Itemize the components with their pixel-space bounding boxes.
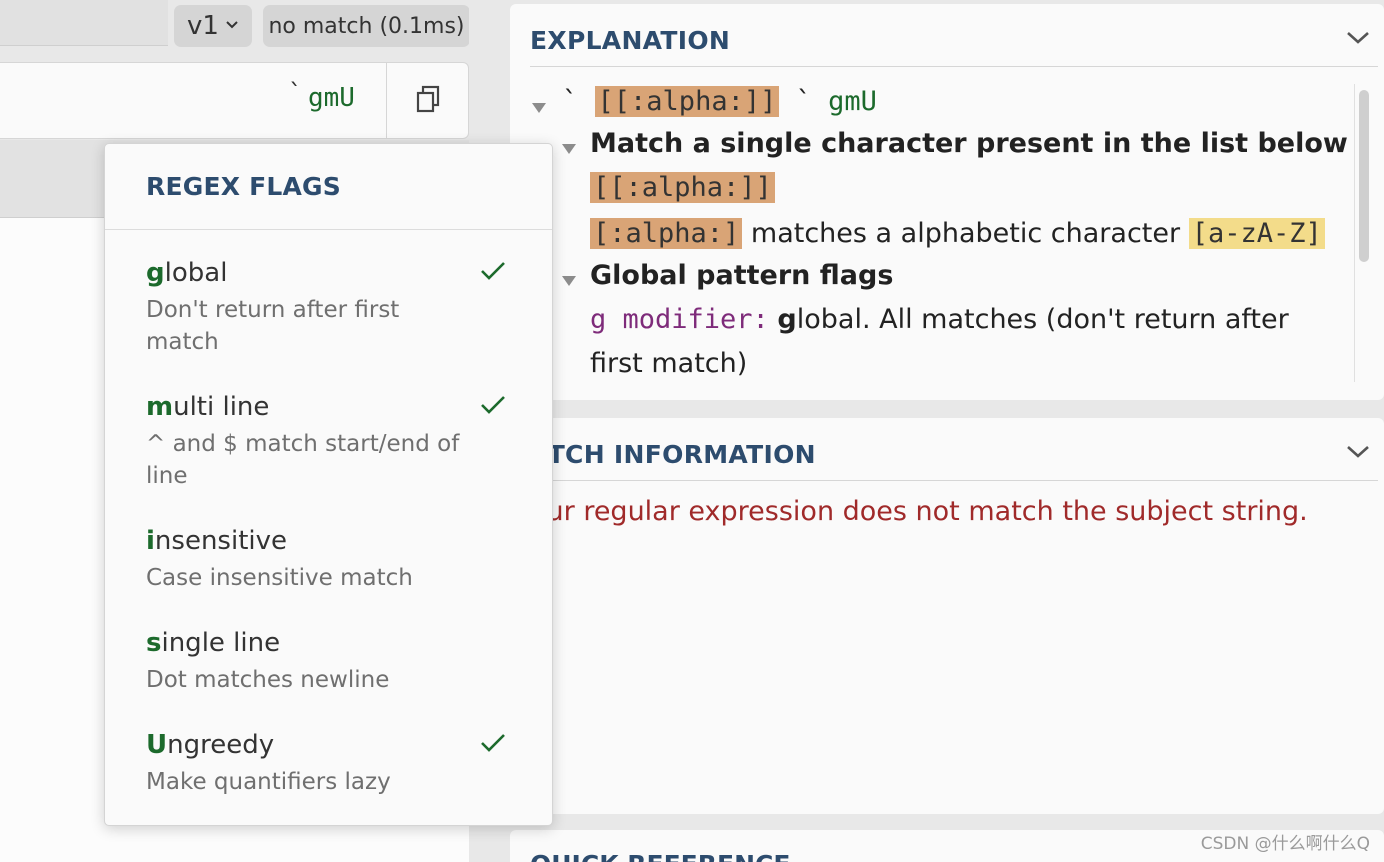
no-match-message: our regular expression does not match th…	[530, 496, 1308, 527]
alpha-class-text: matches a alphabetic character	[750, 218, 1181, 249]
copy-regex-button[interactable]	[387, 63, 469, 138]
tree-node-alpha-description: [:alpha:] matches a alphabetic character…	[590, 218, 1325, 249]
flag-option-description: Case insensitive match	[146, 565, 413, 591]
explanation-scrollbar[interactable]	[1354, 84, 1370, 382]
explanation-scrollbar-thumb[interactable]	[1359, 90, 1369, 262]
tree-root-line: ` [[:alpha:]] ` gmU	[562, 86, 877, 117]
flag-option-label: multi line	[146, 392, 270, 422]
flag-option-label: insensitive	[146, 526, 287, 556]
chevron-down-icon[interactable]	[1346, 444, 1370, 464]
flag-option-label: global	[146, 258, 228, 288]
left-toolbar-strip	[0, 0, 168, 46]
global-modifier-label: g modifier:	[590, 304, 769, 335]
regex-flags-popover: REGEX FLAGS global Don't return after fi…	[104, 143, 553, 826]
flag-option-description: Make quantifiers lazy	[146, 769, 391, 795]
explanation-title: EXPLANATION	[530, 26, 731, 55]
regex-flags-divider	[105, 229, 552, 230]
flag-option-description: ^ and $ match start/end of line	[146, 431, 460, 489]
flag-option-single-line[interactable]: single line Dot matches newline	[146, 628, 526, 696]
quick-reference-title: QUICK REFERENCE	[530, 850, 790, 862]
tree-node-global-modifier-line: g modifier: global. All matches (don't r…	[590, 304, 1289, 335]
flag-option-global[interactable]: global Don't return after first match	[146, 258, 526, 358]
tree-node-flags-title: Global pattern flags	[590, 260, 894, 291]
chevron-down-icon[interactable]	[1346, 30, 1370, 50]
flag-option-description: Dot matches newline	[146, 667, 390, 693]
character-class-token: [[:alpha:]]	[590, 172, 775, 203]
tree-node-character-class-token-line: [[:alpha:]]	[590, 172, 775, 203]
explanation-panel: EXPLANATION ` [[:alpha:]] ` gmU Match a …	[510, 4, 1384, 400]
version-label: v1	[187, 11, 219, 41]
copy-icon	[415, 85, 441, 117]
flag-option-description: Don't return after first match	[146, 297, 400, 355]
regex-flags-title: REGEX FLAGS	[146, 172, 341, 201]
disclosure-triangle-icon[interactable]	[532, 103, 546, 113]
alpha-range-token: [a-zA-Z]	[1188, 218, 1325, 249]
disclosure-triangle-icon[interactable]	[562, 144, 576, 154]
global-modifier-text: lobal. All matches (don't return after	[796, 304, 1289, 335]
root-open-delimiter: `	[562, 86, 579, 117]
alpha-class-token: [:alpha:]	[590, 218, 743, 249]
match-information-divider	[530, 480, 1378, 481]
match-status-badge: no match (0.1ms)	[263, 5, 470, 47]
chevron-down-icon	[225, 18, 239, 34]
check-icon	[479, 394, 507, 420]
flag-option-multi-line[interactable]: multi line ^ and $ match start/end of li…	[146, 392, 526, 492]
regex-closing-delimiter: `	[288, 79, 303, 107]
tree-node-character-class-title: Match a single character present in the …	[590, 128, 1348, 159]
root-flags: gmU	[828, 86, 877, 117]
match-information-title: ATCH INFORMATION	[530, 440, 816, 469]
flag-option-insensitive[interactable]: insensitive Case insensitive match	[146, 526, 526, 594]
watermark-text: CSDN @什么啊什么Q	[1200, 834, 1370, 854]
check-icon	[479, 732, 507, 758]
regex-input-box[interactable]: ` gmU	[0, 62, 469, 139]
flag-option-label: Ungreedy	[146, 730, 275, 760]
match-information-panel: ATCH INFORMATION our regular expression …	[510, 418, 1384, 814]
disclosure-triangle-icon[interactable]	[562, 276, 576, 286]
check-icon	[479, 260, 507, 286]
version-dropdown[interactable]: v1	[174, 5, 252, 47]
flag-option-ungreedy[interactable]: Ungreedy Make quantifiers lazy	[146, 730, 526, 798]
global-modifier-key: g	[777, 304, 797, 335]
match-status-label: no match (0.1ms)	[268, 13, 465, 39]
regex-flags-toggle[interactable]: gmU	[308, 83, 355, 113]
explanation-divider	[530, 66, 1378, 67]
root-pattern-token: [[:alpha:]]	[594, 86, 780, 117]
flag-option-label: single line	[146, 628, 281, 658]
root-close-delimiter: `	[795, 86, 812, 117]
tree-node-global-modifier-line-2: first match)	[590, 348, 748, 379]
